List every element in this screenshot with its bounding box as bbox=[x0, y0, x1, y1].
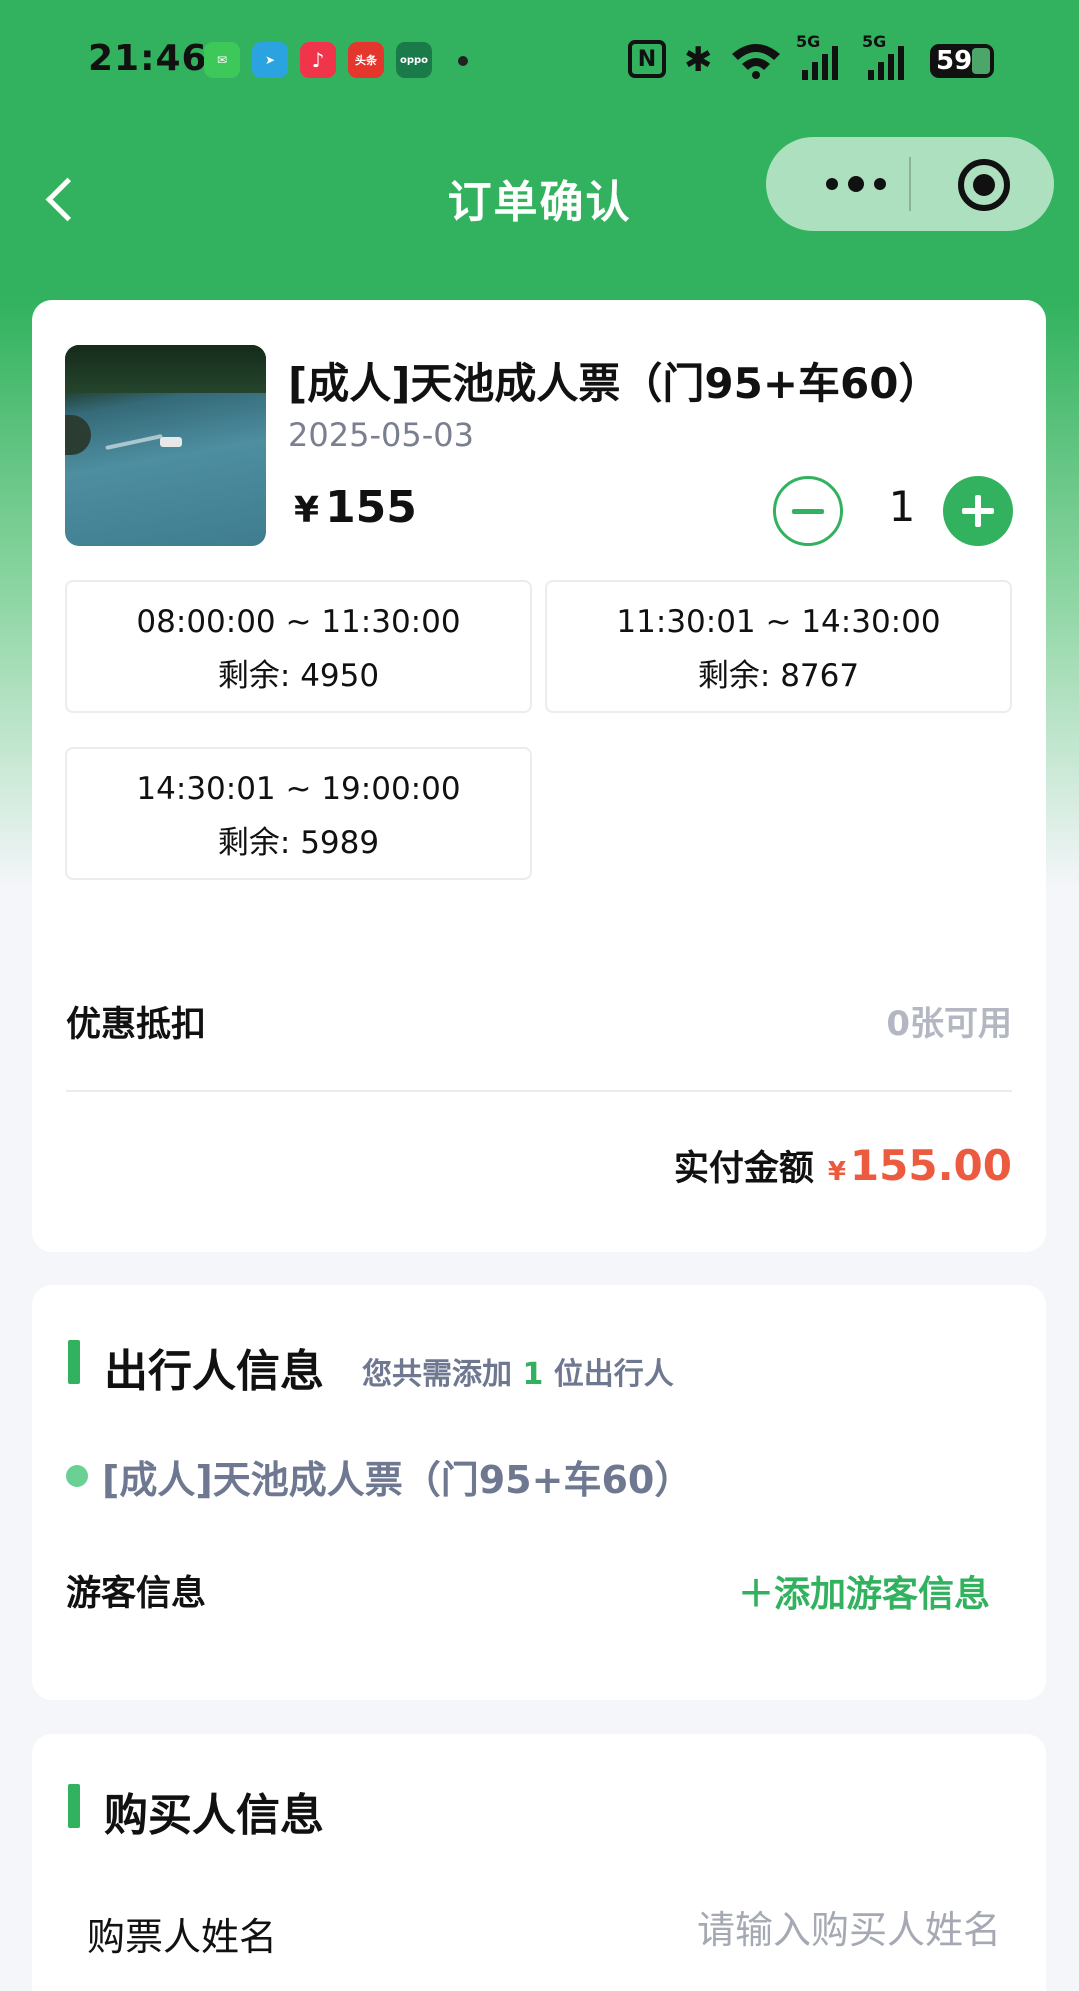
traveler-hint: 您共需添加 1 位出行人 bbox=[362, 1349, 674, 1393]
divider bbox=[66, 1090, 1012, 1092]
close-miniprogram-button[interactable] bbox=[958, 159, 1010, 211]
battery-icon: 59 bbox=[930, 44, 994, 78]
time-slot-option[interactable]: 14:30:01 ~ 19:00:00 剩余: 5989 bbox=[65, 747, 532, 880]
time-slot-option[interactable]: 11:30:01 ~ 14:30:00 剩余: 8767 bbox=[545, 580, 1012, 713]
time-slot-range: 08:00:00 ~ 11:30:00 bbox=[136, 604, 461, 640]
visit-date: 2025-05-03 bbox=[288, 416, 474, 454]
time-slot-option[interactable]: 08:00:00 ~ 11:30:00 剩余: 4950 bbox=[65, 580, 532, 713]
traveler-section-title: 出行人信息 bbox=[104, 1346, 324, 1397]
buyer-name-label: 购票人姓名 bbox=[87, 1915, 278, 1959]
visitor-info-label: 游客信息 bbox=[66, 1574, 207, 1614]
buyer-card: 购买人信息 购票人姓名 bbox=[32, 1734, 1046, 1991]
add-visitor-button[interactable]: ＋添加游客信息 bbox=[738, 1565, 990, 1617]
buyer-name-input[interactable] bbox=[601, 1902, 1001, 1958]
total-label: 实付金额 bbox=[673, 1149, 814, 1189]
product-price: ¥155 bbox=[294, 482, 417, 533]
product-title: [成人]天池成人票（门95+车60） bbox=[288, 359, 941, 408]
wifi-icon bbox=[730, 36, 782, 84]
currency-symbol: ¥ bbox=[294, 490, 320, 531]
signal-2-icon: 5G bbox=[862, 32, 904, 84]
bluetooth-icon: ✱ bbox=[684, 40, 713, 80]
notification-more-icon bbox=[458, 56, 468, 66]
total-currency: ¥ bbox=[827, 1157, 846, 1187]
buyer-section-title: 购买人信息 bbox=[104, 1790, 324, 1841]
capsule-divider bbox=[909, 157, 911, 211]
traveler-ticket-name: [成人]天池成人票（门95+车60） bbox=[102, 1458, 693, 1502]
battery-level: 59 bbox=[936, 46, 973, 76]
total-amount: 155.00 bbox=[849, 1141, 1012, 1190]
time-slot-range: 14:30:01 ~ 19:00:00 bbox=[136, 771, 461, 807]
status-bar: 21:46 ✉ ➤ ♪ 头条 oppo N ✱ 5G 5G 59 bbox=[0, 0, 1079, 120]
total-amount-row: 实付金额 ¥ 155.00 bbox=[674, 1140, 1012, 1191]
hint-suffix: 位出行人 bbox=[553, 1357, 674, 1392]
time-slot-range: 11:30:01 ~ 14:30:00 bbox=[616, 604, 941, 640]
hint-count: 1 bbox=[522, 1357, 544, 1392]
more-menu-button[interactable] bbox=[806, 137, 906, 231]
increase-quantity-button[interactable] bbox=[943, 476, 1013, 546]
hint-prefix: 您共需添加 bbox=[362, 1357, 512, 1392]
telegram-app-icon: ➤ bbox=[252, 42, 288, 78]
time-slot-remaining: 剩余: 5989 bbox=[217, 825, 380, 861]
section-accent-bar bbox=[68, 1784, 80, 1828]
price-value: 155 bbox=[325, 482, 417, 533]
quantity-value: 1 bbox=[888, 482, 916, 531]
time-slot-remaining: 剩余: 8767 bbox=[697, 658, 860, 694]
nfc-icon: N bbox=[628, 40, 666, 78]
order-card: [成人]天池成人票（门95+车60） 2025-05-03 ¥155 1 08:… bbox=[32, 300, 1046, 1252]
decrease-quantity-button[interactable] bbox=[773, 476, 843, 546]
signal-1-icon: 5G bbox=[796, 32, 838, 84]
toutiao-app-icon: 头条 bbox=[348, 42, 384, 78]
network-type-1: 5G bbox=[796, 32, 821, 51]
section-accent-bar bbox=[68, 1340, 80, 1384]
discount-label: 优惠抵扣 bbox=[66, 1005, 207, 1045]
miniprogram-capsule bbox=[766, 137, 1054, 231]
messages-app-icon: ✉ bbox=[204, 42, 240, 78]
discount-value[interactable]: 0张可用 bbox=[886, 996, 1012, 1045]
time-slot-remaining: 剩余: 4950 bbox=[217, 658, 380, 694]
music-app-icon: ♪ bbox=[300, 42, 336, 78]
status-time: 21:46 bbox=[88, 38, 208, 79]
traveler-card: 出行人信息 您共需添加 1 位出行人 [成人]天池成人票（门95+车60） 游客… bbox=[32, 1285, 1046, 1700]
ticket-dot-icon bbox=[66, 1465, 88, 1487]
product-image bbox=[65, 345, 266, 546]
oppo-app-icon: oppo bbox=[396, 42, 432, 78]
network-type-2: 5G bbox=[862, 32, 887, 51]
